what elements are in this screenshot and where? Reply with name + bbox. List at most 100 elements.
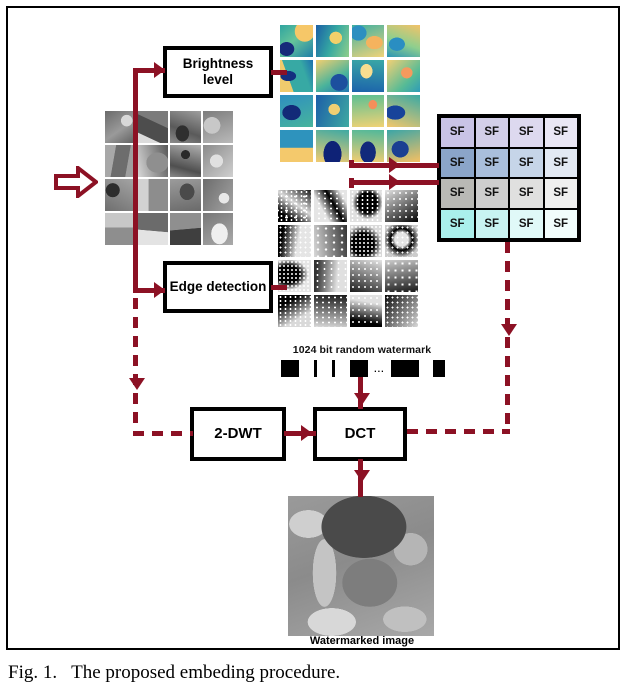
heatmap-tile xyxy=(315,25,349,57)
flow-dash-sf-to-dct xyxy=(407,429,510,434)
sf-cell[interactable]: SF xyxy=(543,117,578,148)
sf-cell[interactable]: SF xyxy=(509,208,544,239)
source-tile xyxy=(137,145,168,177)
edge-tile xyxy=(349,260,383,292)
dwt-block[interactable]: 2-DWT xyxy=(190,407,286,461)
watermark-bit-bar: ... xyxy=(281,360,445,377)
figure-page: Brightness level Edge detection SF SF SF… xyxy=(0,0,626,696)
sf-cell-label: SF xyxy=(518,217,534,230)
sf-cell-label: SF xyxy=(518,156,534,169)
source-tile xyxy=(202,111,233,143)
sf-cell[interactable]: SF xyxy=(440,147,475,178)
source-tile xyxy=(137,179,168,211)
flow-line-edge-to-edgemap xyxy=(271,285,287,290)
sf-cell[interactable]: SF xyxy=(543,178,578,209)
brightness-heatmap-mosaic xyxy=(280,25,420,162)
edge-tile xyxy=(349,190,383,222)
edge-tile xyxy=(385,225,418,257)
edge-tile xyxy=(313,295,347,327)
sf-cell[interactable]: SF xyxy=(474,208,509,239)
edge-tile xyxy=(313,190,347,222)
heatmap-tile xyxy=(387,95,420,127)
edge-tile xyxy=(313,260,347,292)
sf-cell-label: SF xyxy=(484,187,500,200)
sf-cell-label: SF xyxy=(484,217,500,230)
dct-label: DCT xyxy=(344,425,376,443)
edge-detection-label: Edge detection xyxy=(169,279,267,295)
sf-cell-label: SF xyxy=(484,126,500,139)
scaling-factor-grid: SF SF SF SF SF SF SF SF SF SF SF SF SF S… xyxy=(437,114,581,242)
flow-line-brightness-to-heatmap xyxy=(271,70,287,75)
watermark-bit xyxy=(418,360,434,377)
watermark-bit xyxy=(281,360,300,377)
edge-detection-block[interactable]: Edge detection xyxy=(163,261,273,313)
source-tile xyxy=(202,213,233,245)
sf-cell[interactable]: SF xyxy=(509,147,544,178)
sf-cell-label: SF xyxy=(449,156,465,169)
heatmap-tile xyxy=(387,60,420,92)
watermark-ellipsis: ... xyxy=(367,360,391,377)
edge-tile xyxy=(385,190,418,222)
flow-arrow-icon xyxy=(154,282,165,298)
sf-cell[interactable]: SF xyxy=(474,117,509,148)
heatmap-tile xyxy=(315,130,349,162)
watermark-bit xyxy=(390,360,419,377)
brightness-level-block[interactable]: Brightness level xyxy=(163,46,273,98)
edge-tile xyxy=(278,190,311,222)
source-tile xyxy=(105,111,136,143)
sf-cell[interactable]: SF xyxy=(474,147,509,178)
figure-caption: Fig. 1. The proposed embeding procedure. xyxy=(8,662,608,684)
heatmap-tile xyxy=(351,25,385,57)
brightness-level-label: Brightness level xyxy=(182,56,254,87)
flow-arrow-icon xyxy=(389,157,400,173)
sf-cell[interactable]: SF xyxy=(509,178,544,209)
source-tile xyxy=(170,145,201,177)
edge-tile xyxy=(385,295,418,327)
source-tile xyxy=(202,145,233,177)
watermarked-image-caption: Watermarked image xyxy=(309,635,415,647)
source-image-mosaic xyxy=(105,111,233,245)
heatmap-tile xyxy=(280,130,313,162)
sf-cell-label: SF xyxy=(518,126,534,139)
sf-cell-label: SF xyxy=(449,217,465,230)
sf-cell-label: SF xyxy=(484,156,500,169)
watermarked-output-image xyxy=(288,496,434,636)
flow-line-heatmap-drop xyxy=(349,160,354,168)
sf-cell-label: SF xyxy=(553,187,569,200)
watermark-bit xyxy=(317,360,332,377)
flow-arrow-icon xyxy=(501,324,517,336)
sf-cell[interactable]: SF xyxy=(509,117,544,148)
figure-frame: Brightness level Edge detection SF SF SF… xyxy=(6,6,620,650)
dwt-label: 2-DWT xyxy=(214,425,262,443)
edge-map-mosaic xyxy=(278,190,418,327)
flow-line-edgemap-rise xyxy=(349,178,354,188)
heatmap-tile xyxy=(387,25,420,57)
figure-number: Fig. 1. xyxy=(8,662,58,683)
source-tile xyxy=(105,179,136,211)
heatmap-tile xyxy=(280,25,313,57)
flow-arrow-icon xyxy=(129,378,145,390)
sf-cell-label: SF xyxy=(553,217,569,230)
sf-cell[interactable]: SF xyxy=(440,117,475,148)
heatmap-tile xyxy=(351,60,385,92)
flow-arrow-icon xyxy=(389,174,400,190)
sf-cell[interactable]: SF xyxy=(543,147,578,178)
flow-dash-to-dwt xyxy=(133,431,193,436)
source-tile xyxy=(105,145,136,177)
flow-arrow-icon xyxy=(354,470,370,482)
sf-cell[interactable]: SF xyxy=(474,178,509,209)
source-tile xyxy=(202,179,233,211)
sf-cell-label: SF xyxy=(553,156,569,169)
sf-cell-label: SF xyxy=(553,126,569,139)
sf-cell-label: SF xyxy=(449,187,465,200)
heatmap-tile xyxy=(315,60,349,92)
watermark-bit xyxy=(335,360,350,377)
sf-cell-label: SF xyxy=(449,126,465,139)
heatmap-tile xyxy=(351,130,385,162)
flow-arrow-icon xyxy=(354,393,370,405)
sf-cell[interactable]: SF xyxy=(440,178,475,209)
sf-cell[interactable]: SF xyxy=(543,208,578,239)
sf-cell[interactable]: SF xyxy=(440,208,475,239)
dct-block[interactable]: DCT xyxy=(313,407,407,461)
watermark-bit xyxy=(349,360,368,377)
